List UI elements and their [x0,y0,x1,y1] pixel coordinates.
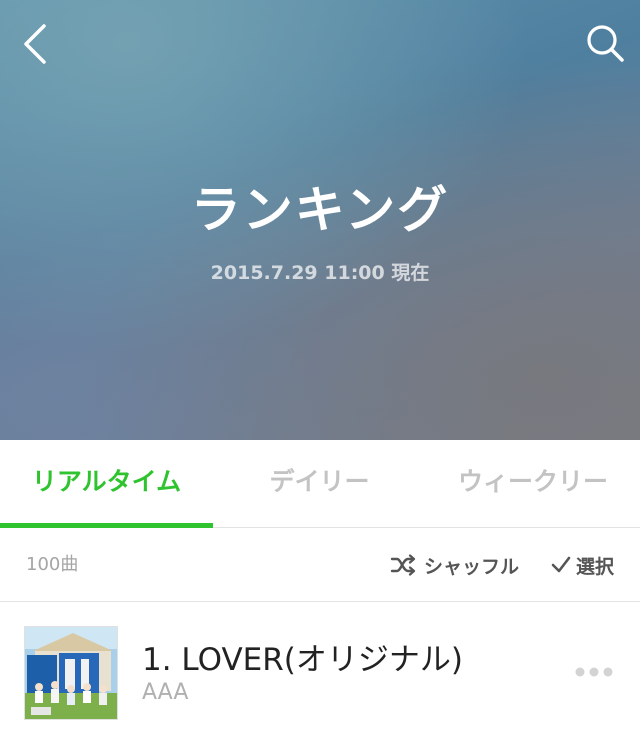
checkmark-icon [551,556,571,573]
select-label: 選択 [576,555,615,578]
search-button[interactable] [578,18,630,70]
track-row[interactable]: 1. LOVER(オリジナル) AAA [0,602,640,744]
track-artist: AAA [142,680,189,705]
back-button[interactable] [12,16,60,72]
shuffle-button[interactable]: シャッフル [390,528,519,602]
tab-realtime[interactable]: リアルタイム [0,440,213,526]
list-toolbar: 100曲 シャッフル 選択 [0,528,640,602]
tab-daily[interactable]: デイリー [213,440,426,526]
album-art [24,626,118,720]
track-title: 1. LOVER(オリジナル) [142,642,463,678]
more-dots-icon [575,667,613,677]
chevron-left-icon [24,24,46,64]
ranking-tabs: リアルタイム デイリー ウィークリー [0,440,640,528]
select-button[interactable]: 選択 [550,528,614,602]
shuffle-label: シャッフル [424,555,520,578]
search-icon [587,25,624,62]
ranking-header: ランキング 2015.7.29 11:00 現在 [0,0,640,440]
page-title: ランキング [190,181,450,239]
shuffle-icon [390,554,416,576]
more-options-button[interactable] [566,654,622,690]
track-count: 100曲 [26,554,79,575]
album-cover-image [25,627,117,719]
tab-weekly[interactable]: ウィークリー [426,440,640,526]
update-timestamp: 2015.7.29 11:00 現在 [210,262,430,284]
